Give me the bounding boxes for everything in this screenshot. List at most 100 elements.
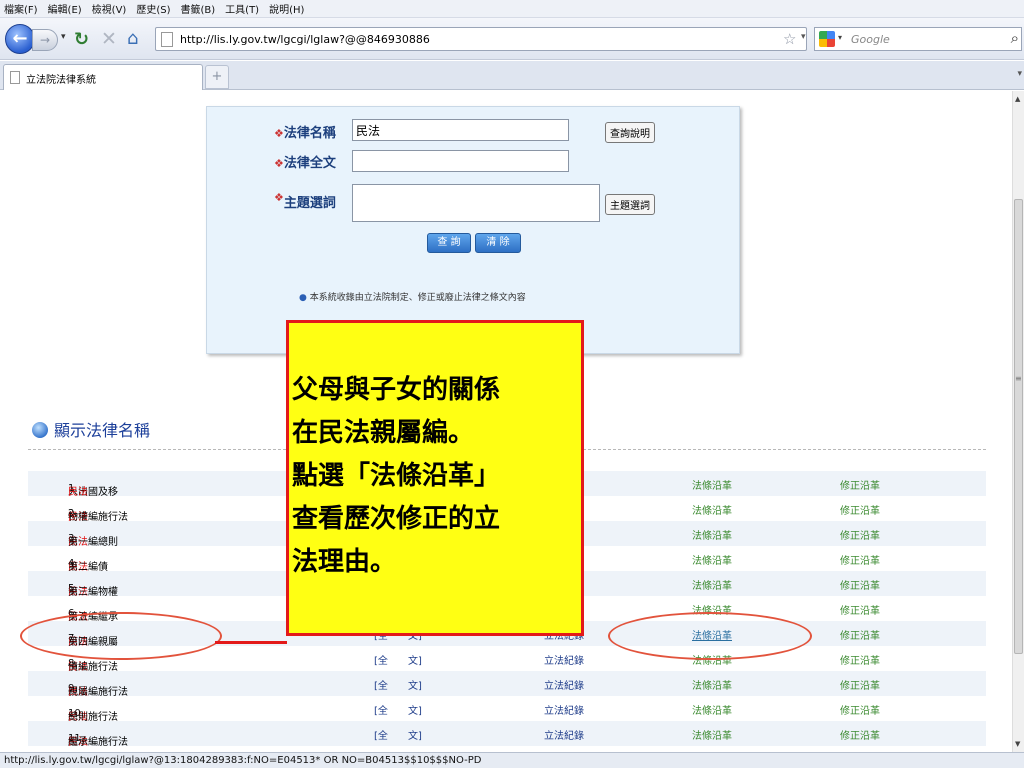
history-dropdown-icon[interactable]: ▾ bbox=[61, 32, 66, 42]
legislative-record-link[interactable]: 立法紀錄 bbox=[544, 652, 584, 667]
full-text-link[interactable]: [全 bbox=[374, 727, 388, 742]
full-text-link[interactable]: [全 bbox=[374, 677, 388, 692]
system-note: ● 本系統收錄由立法院制定、修正或廢止法律之條文內容 bbox=[299, 293, 526, 303]
vertical-scrollbar[interactable]: ▲ ≡ ▼ bbox=[1012, 91, 1024, 752]
topic-input[interactable] bbox=[352, 184, 600, 222]
search-engine-dropdown-icon[interactable]: ▾ bbox=[838, 33, 842, 42]
bookmark-star-icon[interactable]: ☆ bbox=[783, 30, 796, 48]
article-history-link[interactable]: 法條沿革 bbox=[692, 502, 732, 517]
clear-button[interactable]: 清 除 bbox=[475, 233, 521, 253]
forward-arrow-icon: → bbox=[39, 33, 51, 47]
address-bar[interactable]: http://lis.ly.gov.tw/lgcgi/lglaw?@@84693… bbox=[155, 27, 807, 51]
menu-edit[interactable]: 編輯(E) bbox=[48, 1, 82, 16]
article-history-link[interactable]: 法條沿革 bbox=[692, 527, 732, 542]
menu-tools[interactable]: 工具(T) bbox=[225, 1, 259, 16]
scroll-thumb[interactable] bbox=[1014, 199, 1023, 654]
amendment-history-link[interactable]: 修正沿革 bbox=[840, 577, 880, 592]
amendment-history-link[interactable]: 修正沿革 bbox=[840, 552, 880, 567]
full-text-link[interactable]: [全 bbox=[374, 652, 388, 667]
full-text-link[interactable]: 文] bbox=[408, 702, 422, 717]
legislative-record-link[interactable]: 立法紀錄 bbox=[544, 702, 584, 717]
amendment-history-link[interactable]: 修正沿革 bbox=[840, 502, 880, 517]
bullet-icon: ❖ bbox=[274, 127, 284, 140]
tab-active[interactable]: 立法院法律系統 bbox=[3, 64, 203, 90]
search-icon[interactable]: ⌕ bbox=[1011, 29, 1019, 47]
article-history-link[interactable]: 法條沿革 bbox=[692, 702, 732, 717]
full-text-link[interactable]: 文] bbox=[408, 652, 422, 667]
globe-icon bbox=[32, 422, 48, 438]
new-tab-button[interactable]: + bbox=[205, 65, 229, 89]
menu-bar: 檔案(F) 編輯(E) 檢視(V) 歷史(S) 書籤(B) 工具(T) 說明(H… bbox=[0, 0, 1024, 18]
amendment-history-link[interactable]: 修正沿革 bbox=[840, 527, 880, 542]
bullet-icon: ● bbox=[299, 293, 307, 303]
legislative-record-link[interactable]: 立法紀錄 bbox=[544, 727, 584, 742]
reload-icon[interactable]: ↻ bbox=[74, 29, 89, 50]
scroll-down-icon[interactable]: ▼ bbox=[1015, 740, 1020, 748]
back-button[interactable]: ← bbox=[5, 24, 35, 54]
page-content: ❖法律名稱 民法 查詢說明 ❖法律全文 ❖主題選詞 主題選詞 查 詢 清 除 ●… bbox=[0, 91, 1012, 752]
url-dropdown-icon[interactable]: ▾ bbox=[801, 32, 806, 42]
amendment-history-link[interactable]: 修正沿革 bbox=[840, 677, 880, 692]
menu-view[interactable]: 檢視(V) bbox=[92, 1, 127, 16]
amendment-history-link[interactable]: 修正沿革 bbox=[840, 702, 880, 717]
article-history-link[interactable]: 法條沿革 bbox=[692, 477, 732, 492]
search-form-panel: ❖法律名稱 民法 查詢說明 ❖法律全文 ❖主題選詞 主題選詞 查 詢 清 除 ●… bbox=[206, 106, 740, 354]
status-bar: http://lis.ly.gov.tw/lgcgi/lglaw?@13:180… bbox=[0, 752, 1024, 768]
bullet-icon: ❖ bbox=[274, 191, 284, 204]
callout-line: 法理由。 bbox=[292, 547, 397, 577]
amendment-history-link[interactable]: 修正沿革 bbox=[840, 477, 880, 492]
article-history-link[interactable]: 法條沿革 bbox=[692, 677, 732, 692]
callout-connector bbox=[215, 641, 287, 644]
highlight-oval-law bbox=[20, 612, 222, 660]
article-history-link[interactable]: 法條沿革 bbox=[692, 577, 732, 592]
amendment-history-link[interactable]: 修正沿革 bbox=[840, 602, 880, 617]
tab-bar: 立法院法律系統 + ▾ bbox=[0, 61, 1024, 90]
amendment-history-link[interactable]: 修正沿革 bbox=[840, 627, 880, 642]
results-title: 顯示法律名稱 bbox=[32, 417, 150, 441]
tab-list-icon[interactable]: ▾ bbox=[1017, 69, 1022, 79]
search-bar[interactable]: ▾ Google ⌕ bbox=[814, 27, 1022, 51]
page-icon bbox=[10, 71, 20, 84]
callout-line: 查看歷次修正的立 bbox=[292, 504, 501, 534]
topic-button[interactable]: 主題選詞 bbox=[605, 194, 655, 215]
legislative-record-link[interactable]: 立法紀錄 bbox=[544, 677, 584, 692]
article-history-link[interactable]: 法條沿革 bbox=[692, 552, 732, 567]
highlight-oval-history bbox=[608, 612, 812, 660]
forward-button[interactable]: → bbox=[32, 29, 58, 51]
article-history-link[interactable]: 法條沿革 bbox=[692, 727, 732, 742]
tab-title: 立法院法律系統 bbox=[26, 75, 96, 86]
stop-icon[interactable]: ✕ bbox=[101, 28, 117, 50]
callout-line: 點選「法條沿革」 bbox=[292, 461, 501, 491]
callout-line: 在民法親屬編。 bbox=[292, 418, 475, 448]
law-row: 11. 民法 繼承編施行法 [全 文] 立法紀錄 法條沿革 修正沿革 bbox=[28, 721, 986, 748]
callout-line: 父母與子女的關係 bbox=[292, 375, 501, 405]
scroll-grip-icon: ≡ bbox=[1015, 374, 1022, 383]
menu-history[interactable]: 歷史(S) bbox=[136, 1, 170, 16]
full-text-link[interactable]: 文] bbox=[408, 677, 422, 692]
page-icon bbox=[161, 32, 173, 47]
menu-file[interactable]: 檔案(F) bbox=[4, 1, 38, 16]
law-name-suffix: 繼承編施行法 bbox=[68, 737, 128, 748]
url-text[interactable]: http://lis.ly.gov.tw/lgcgi/lglaw?@@84693… bbox=[180, 33, 430, 46]
annotation-callout: 父母與子女的關係 在民法親屬編。 點選「法條沿革」 查看歷次修正的立 法理由。 bbox=[286, 320, 584, 636]
law-text-input[interactable] bbox=[352, 150, 569, 172]
full-text-link[interactable]: 文] bbox=[408, 727, 422, 742]
menu-help[interactable]: 說明(H) bbox=[269, 1, 304, 16]
law-name-input[interactable]: 民法 bbox=[352, 119, 569, 141]
back-arrow-icon: ← bbox=[12, 28, 28, 49]
home-icon[interactable]: ⌂ bbox=[127, 28, 138, 49]
bullet-icon: ❖ bbox=[274, 157, 284, 170]
full-text-link[interactable]: [全 bbox=[374, 702, 388, 717]
scroll-up-icon[interactable]: ▲ bbox=[1015, 95, 1020, 103]
search-input[interactable]: Google bbox=[851, 33, 890, 46]
amendment-history-link[interactable]: 修正沿革 bbox=[840, 727, 880, 742]
law-row: 10. 民法 總則施行法 [全 文] 立法紀錄 法條沿革 修正沿革 bbox=[28, 696, 986, 723]
menu-bookmarks[interactable]: 書籤(B) bbox=[181, 1, 216, 16]
google-icon[interactable] bbox=[819, 31, 835, 47]
law-row: 9. 民法 親屬編施行法 [全 文] 立法紀錄 法條沿革 修正沿革 bbox=[28, 671, 986, 698]
amendment-history-link[interactable]: 修正沿革 bbox=[840, 652, 880, 667]
help-button[interactable]: 查詢說明 bbox=[605, 122, 655, 143]
law-name-label: ❖法律名稱 bbox=[274, 126, 336, 141]
law-text-label: ❖法律全文 bbox=[274, 156, 336, 171]
search-button[interactable]: 查 詢 bbox=[427, 233, 471, 253]
